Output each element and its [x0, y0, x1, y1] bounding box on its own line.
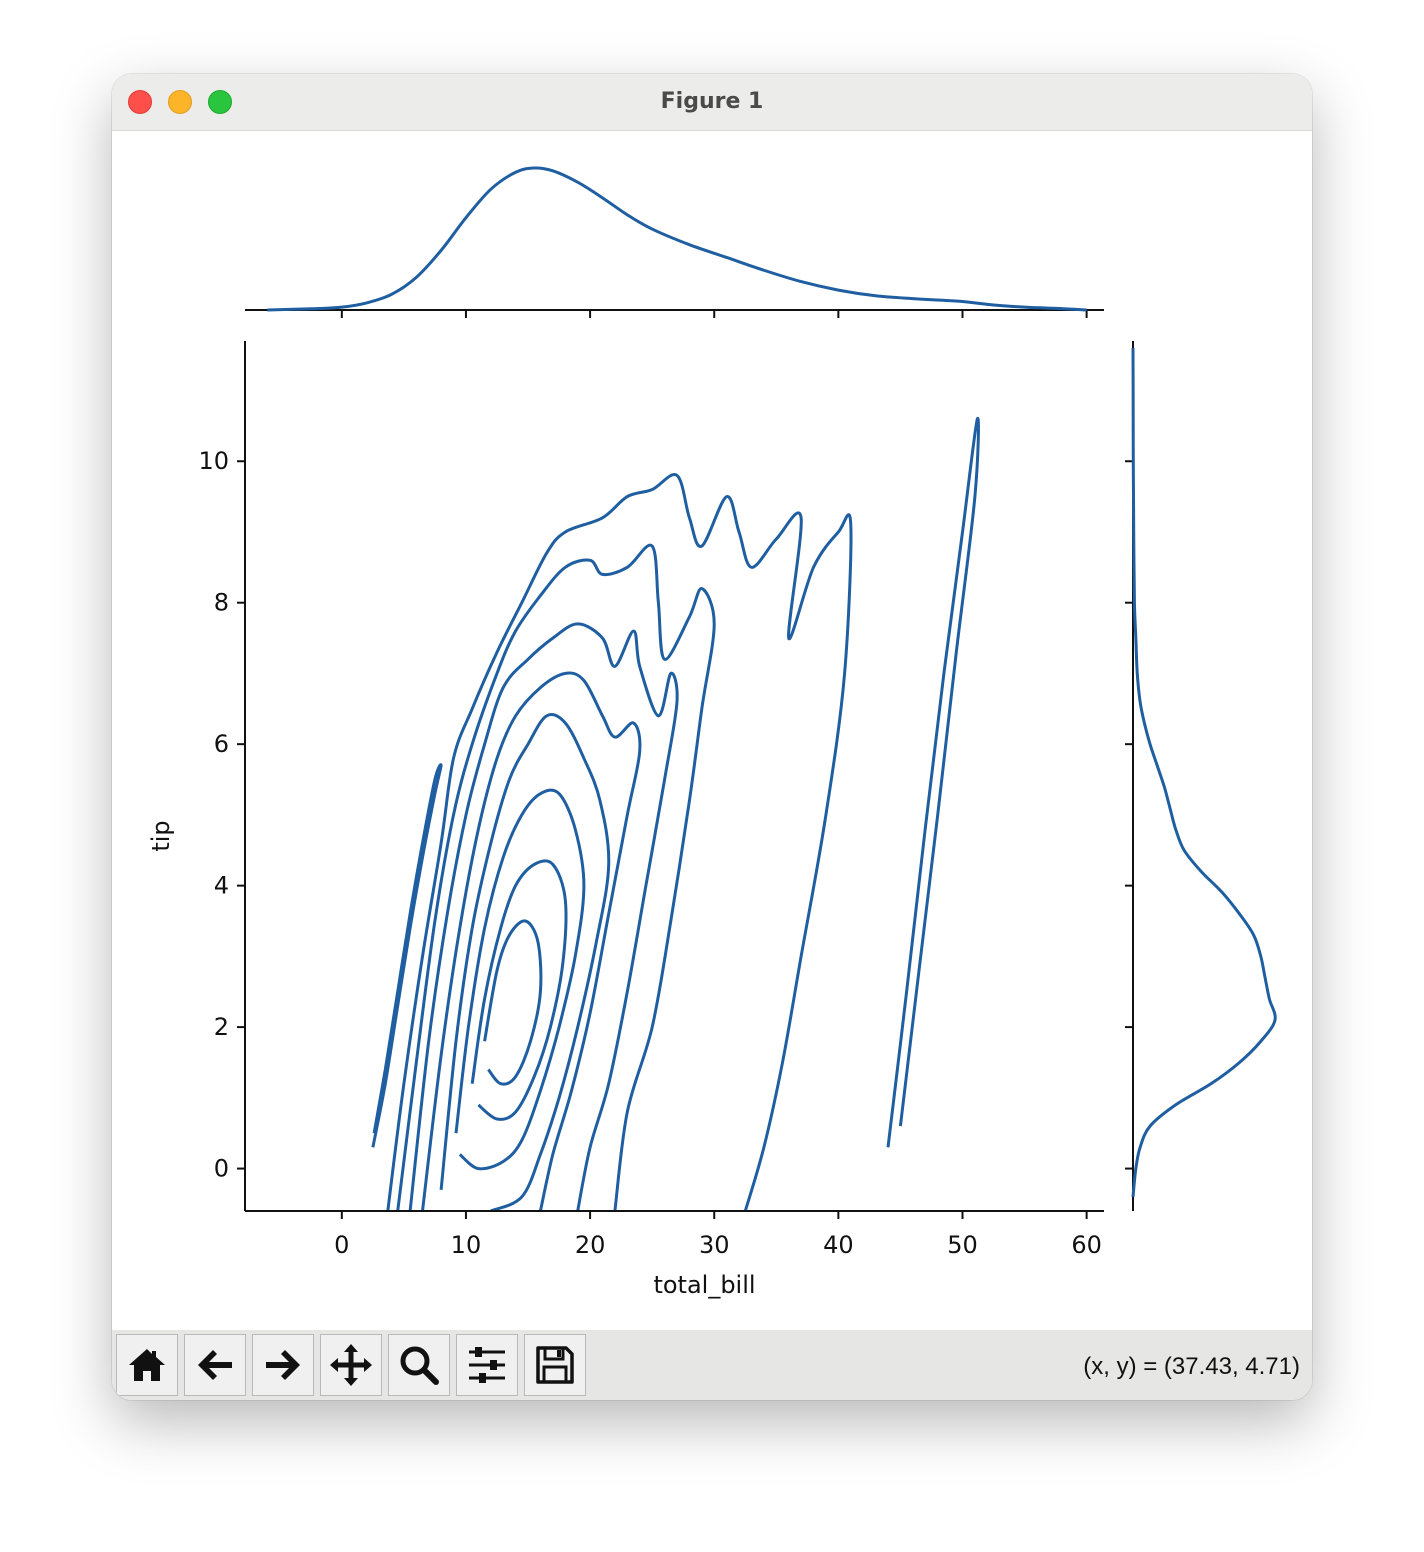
x-tick-label: 20: [575, 1231, 606, 1259]
y-tick-label: 2: [214, 1013, 229, 1041]
contour-line-4: [408, 622, 679, 1211]
figure-window: Figure 1 0 10 20 30 40 50 60 0 2 4 6 8 10 total_bill t…: [112, 74, 1312, 1400]
forward-arrow-icon: [266, 1350, 300, 1380]
pan-button[interactable]: [320, 1334, 382, 1396]
back-button[interactable]: [184, 1334, 246, 1396]
x-axis-label: total_bill: [653, 1271, 755, 1299]
contour-line-2: [386, 473, 853, 1211]
title-bar: Figure 1: [112, 74, 1312, 131]
configure-subplots-button[interactable]: [456, 1334, 518, 1396]
y-tick-label: 4: [214, 872, 229, 900]
x-tick-label: 40: [823, 1231, 854, 1259]
save-figure-button[interactable]: [524, 1334, 586, 1396]
marginal-y-density-curve: [1131, 348, 1277, 1197]
window-title: Figure 1: [660, 89, 764, 114]
home-icon: [129, 1349, 165, 1381]
contour-line-8: [470, 859, 568, 1121]
y-tick-label: 6: [214, 730, 229, 758]
zoom-icon: [400, 1346, 439, 1385]
x-tick-label: 60: [1071, 1231, 1102, 1259]
x-tick-label: 10: [451, 1231, 482, 1259]
cursor-coordinates: (x, y) = (37.43, 4.71): [1083, 1353, 1300, 1380]
marginal-x-density-curve: [267, 166, 1087, 312]
y-axis-label: tip: [147, 820, 175, 851]
home-button[interactable]: [116, 1334, 178, 1396]
back-arrow-icon: [198, 1350, 232, 1380]
save-icon: [536, 1346, 574, 1384]
contour-line-9: [483, 919, 543, 1086]
contour-line-10: [886, 416, 980, 1148]
forward-button[interactable]: [252, 1334, 314, 1396]
navigation-toolbar: (x, y) = (37.43, 4.71): [112, 1330, 1312, 1400]
x-tick-label: 50: [947, 1231, 978, 1259]
x-tick-label: 30: [699, 1231, 730, 1259]
y-tick-label: 0: [214, 1155, 229, 1183]
pan-icon: [330, 1344, 372, 1386]
x-tick-label: 0: [334, 1231, 349, 1259]
zoom-button[interactable]: [388, 1334, 450, 1396]
y-tick-label: 8: [214, 589, 229, 617]
joint-kde-plot[interactable]: 0 10 20 30 40 50 60 0 2 4 6 8 10 total_bill tip: [112, 131, 1312, 1330]
y-tick-label: 10: [198, 447, 229, 475]
subplots-icon: [469, 1347, 505, 1383]
figure-canvas[interactable]: 0 10 20 30 40 50 60 0 2 4 6 8 10 total_bill tip: [112, 131, 1312, 1330]
